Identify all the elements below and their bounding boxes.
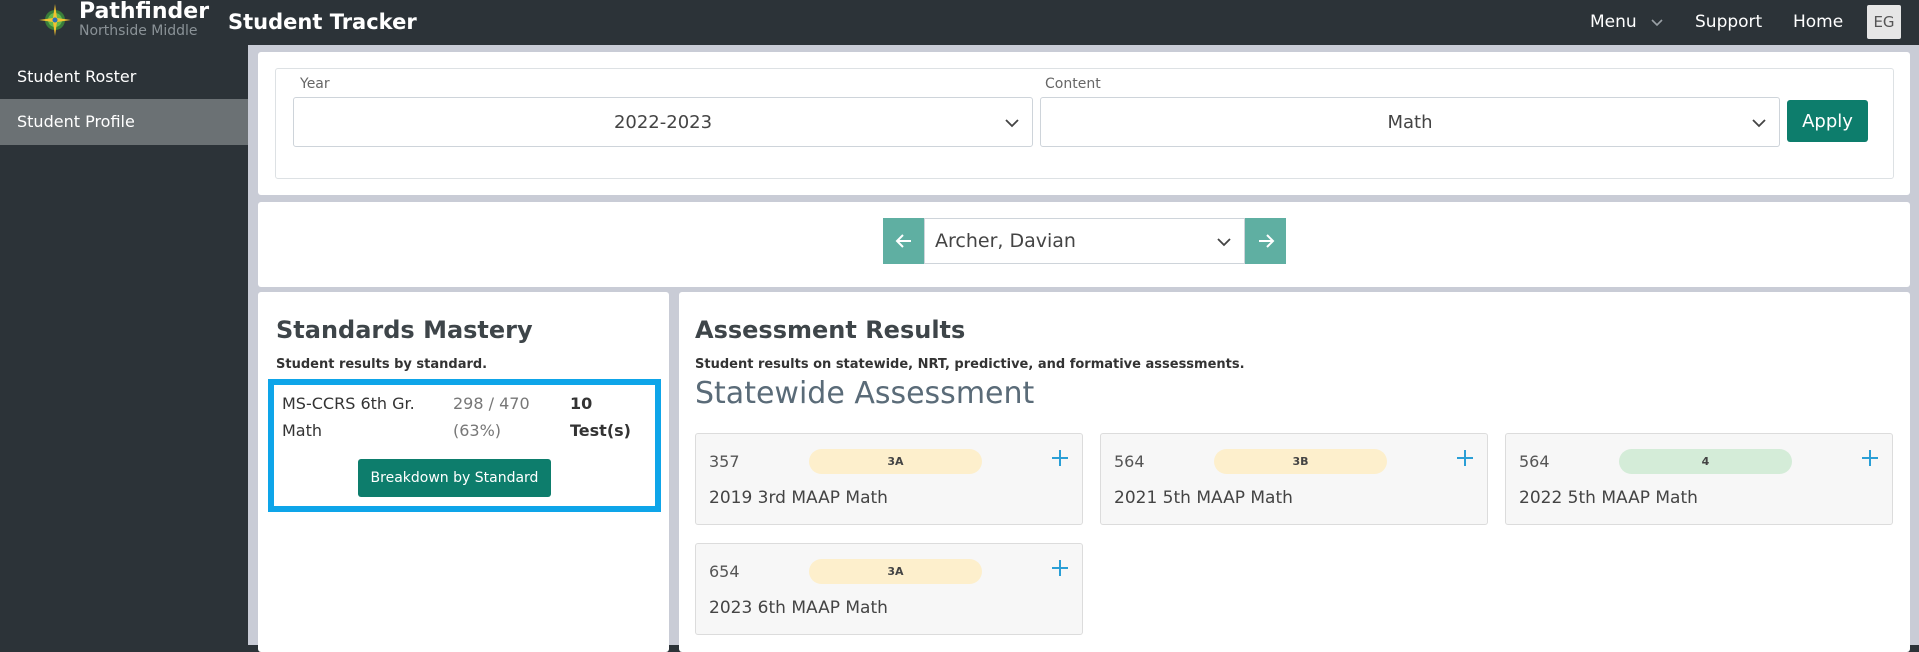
chevron-down-icon — [1005, 119, 1019, 128]
standards-subtitle: Student results by standard. — [276, 357, 488, 372]
year-label: Year — [300, 76, 330, 92]
main-content: Year 2022-2023 Content Math Apply Archer… — [248, 45, 1919, 652]
standard-name: MS-CCRS 6th Gr. Math — [282, 394, 415, 440]
assessment-title: Assessment Results — [695, 316, 966, 344]
user-avatar[interactable]: EG — [1867, 5, 1901, 39]
support-link[interactable]: Support — [1695, 12, 1762, 32]
assessment-name: 2019 3rd MAAP Math — [709, 488, 888, 508]
filter-card: Year 2022-2023 Content Math Apply — [258, 52, 1910, 195]
student-nav-card: Archer, Davian — [258, 202, 1910, 287]
content-select[interactable]: Math — [1040, 97, 1780, 147]
assessment-card[interactable]: 654 3A 2023 6th MAAP Math — [695, 543, 1083, 635]
standard-item: MS-CCRS 6th Gr. Math 298 / 470 (63%) 10 … — [268, 379, 661, 512]
assessment-name: 2021 5th MAAP Math — [1114, 488, 1293, 508]
statewide-section-title: Statewide Assessment — [695, 376, 1035, 411]
year-value: 2022-2023 — [613, 111, 713, 133]
app-title: Student Tracker — [228, 10, 417, 34]
menu-label: Menu — [1590, 12, 1637, 32]
arrow-right-icon — [1258, 234, 1274, 248]
home-link[interactable]: Home — [1793, 12, 1843, 32]
arrow-left-icon — [895, 234, 911, 248]
breakdown-by-standard-button[interactable]: Breakdown by Standard — [358, 459, 551, 497]
assessment-card[interactable]: 564 4 2022 5th MAAP Math — [1505, 433, 1893, 525]
compass-logo-icon[interactable] — [38, 3, 72, 37]
assessment-name: 2022 5th MAAP Math — [1519, 488, 1698, 508]
student-select[interactable]: Archer, Davian — [924, 218, 1245, 264]
chevron-down-icon — [1752, 119, 1766, 128]
assessment-results-card: Assessment Results Student results on st… — [679, 292, 1910, 652]
performance-level-badge: 3B — [1214, 449, 1387, 474]
top-bar: Pathfinder Northside Middle Student Trac… — [0, 0, 1919, 45]
assessment-card[interactable]: 357 3A 2019 3rd MAAP Math — [695, 433, 1083, 525]
performance-level-badge: 3A — [809, 559, 982, 584]
filter-panel: Year 2022-2023 Content Math Apply — [275, 68, 1894, 179]
assessment-subtitle: Student results on statewide, NRT, predi… — [695, 357, 1245, 372]
brand-name[interactable]: Pathfinder — [79, 0, 209, 24]
standards-title: Standards Mastery — [276, 316, 533, 344]
content-label: Content — [1045, 76, 1101, 92]
expand-plus-icon[interactable] — [1050, 448, 1070, 468]
year-select[interactable]: 2022-2023 — [293, 97, 1033, 147]
standard-score: 298 / 470 (63%) — [453, 394, 530, 440]
expand-plus-icon[interactable] — [1860, 448, 1880, 468]
student-name: Archer, Davian — [935, 230, 1076, 252]
next-student-button[interactable] — [1245, 218, 1286, 264]
school-name: Northside Middle — [79, 23, 198, 39]
assessment-name: 2023 6th MAAP Math — [709, 598, 888, 618]
performance-level-badge: 3A — [809, 449, 982, 474]
sidebar-item-student-profile[interactable]: Student Profile — [0, 99, 248, 145]
expand-plus-icon[interactable] — [1455, 448, 1475, 468]
menu-dropdown[interactable]: Menu — [1590, 12, 1664, 32]
standard-test-count: 10 Test(s) — [570, 394, 631, 440]
expand-plus-icon[interactable] — [1050, 558, 1070, 578]
standards-mastery-card: Standards Mastery Student results by sta… — [258, 292, 669, 652]
assessment-card[interactable]: 564 3B 2021 5th MAAP Math — [1100, 433, 1488, 525]
assessment-score: 357 — [709, 452, 740, 471]
apply-button[interactable]: Apply — [1787, 100, 1868, 142]
assessment-score: 654 — [709, 562, 740, 581]
sidebar: Student Roster Student Profile — [0, 45, 248, 645]
chevron-down-icon — [1217, 238, 1231, 247]
chevron-down-icon — [1651, 19, 1663, 27]
previous-student-button[interactable] — [883, 218, 924, 264]
performance-level-badge: 4 — [1619, 449, 1792, 474]
content-value: Math — [1387, 111, 1433, 133]
assessment-score: 564 — [1519, 452, 1550, 471]
assessment-score: 564 — [1114, 452, 1145, 471]
sidebar-item-student-roster[interactable]: Student Roster — [0, 54, 248, 100]
